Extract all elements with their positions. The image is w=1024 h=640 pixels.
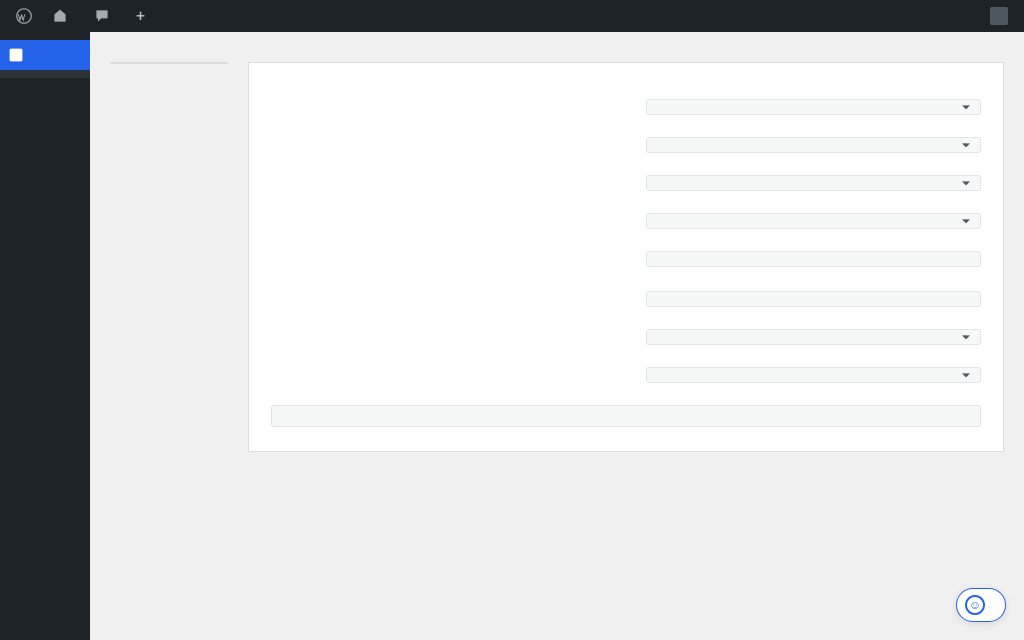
- help-icon: ☺: [965, 595, 985, 615]
- help-fab[interactable]: ☺: [956, 588, 1006, 622]
- value-input[interactable]: [646, 291, 981, 307]
- context-select[interactable]: [646, 329, 981, 345]
- datatype-select[interactable]: [646, 367, 981, 383]
- admin-bar: +: [0, 0, 1024, 32]
- sidebar-submenu: [0, 70, 90, 78]
- howdy-account[interactable]: [970, 0, 1016, 32]
- field-input[interactable]: [646, 251, 981, 267]
- admin-sidebar: [0, 32, 90, 640]
- sidebar-section-label: [0, 32, 90, 40]
- settings-tabs: [110, 62, 228, 64]
- generated-shortcode[interactable]: [271, 405, 981, 427]
- plugin-icon: [8, 47, 24, 63]
- generator-panel: [248, 62, 1004, 452]
- new-content[interactable]: +: [128, 0, 159, 32]
- sidebar-item-jetengine[interactable]: [0, 40, 90, 70]
- site-name[interactable]: [44, 0, 82, 32]
- main-content: [90, 32, 1024, 640]
- tag-type-select[interactable]: [646, 137, 981, 153]
- shortcode-select[interactable]: [646, 99, 981, 115]
- wp-logo[interactable]: [8, 0, 40, 32]
- avatar: [990, 7, 1008, 25]
- condition-select[interactable]: [646, 213, 981, 229]
- comments-count[interactable]: [86, 0, 124, 32]
- visibility-select[interactable]: [646, 175, 981, 191]
